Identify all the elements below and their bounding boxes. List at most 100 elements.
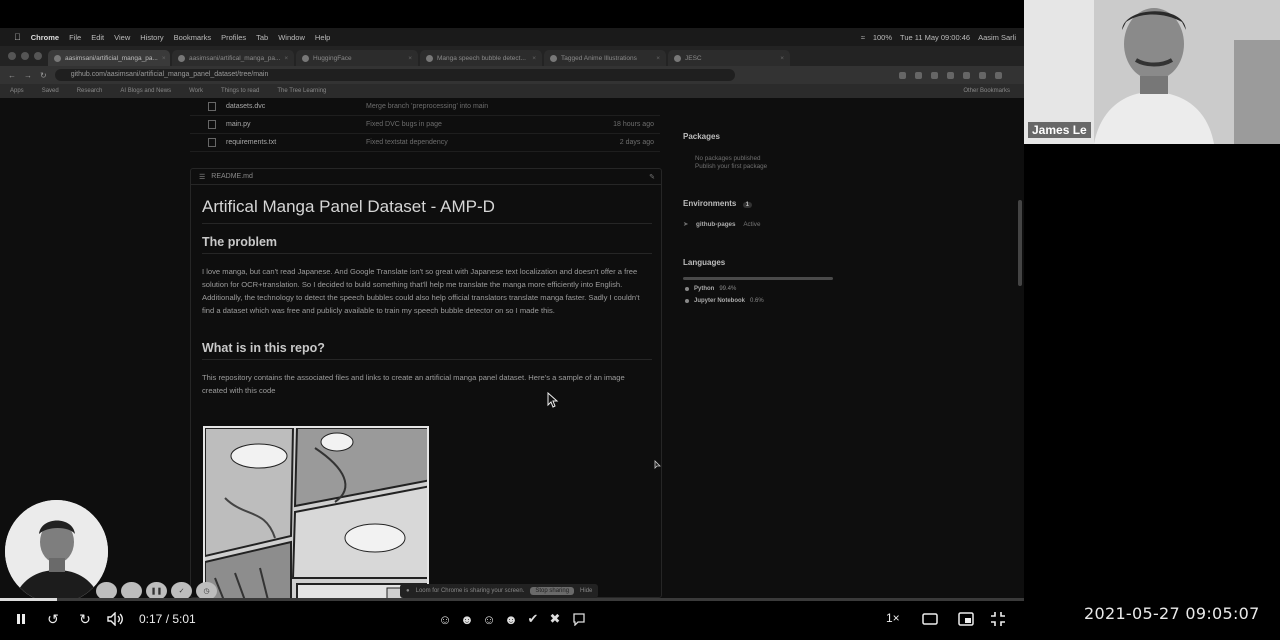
menubar-user[interactable]: Aasim Sarli — [978, 33, 1016, 42]
reload-icon[interactable]: ↻ — [40, 71, 47, 80]
language-item[interactable]: Jupyter Notebook 0.6% — [685, 298, 764, 304]
thumbs-down-icon[interactable]: ✖ — [547, 611, 563, 627]
browser-tab[interactable]: JESC × — [668, 50, 790, 66]
close-icon[interactable]: × — [284, 55, 288, 62]
file-name[interactable]: requirements.txt — [226, 139, 366, 146]
apple-icon:  — [14, 32, 21, 42]
page-scrollbar[interactable] — [1018, 200, 1022, 286]
address-bar[interactable]: github.com/aasimsani/artificial_manga_pa… — [54, 69, 735, 81]
edit-icon[interactable]: ✎ — [649, 173, 661, 181]
emoji-laugh-icon[interactable]: ☺ — [481, 611, 497, 627]
reaction-button[interactable] — [121, 582, 142, 598]
menu-tab[interactable]: Tab — [256, 33, 268, 42]
file-row[interactable]: requirements.txt Fixed textstat dependen… — [190, 134, 660, 152]
self-camera-bubble[interactable] — [5, 500, 108, 603]
menu-history[interactable]: History — [140, 33, 163, 42]
extensions — [899, 71, 1024, 79]
forward-icon[interactable]: → — [24, 71, 32, 80]
packages-title[interactable]: Packages — [683, 132, 720, 141]
mouse-cursor-icon — [547, 392, 559, 408]
wifi-icon[interactable]: ≈ — [861, 33, 865, 42]
bookmark-item[interactable]: Things to read — [221, 88, 259, 94]
list-icon[interactable]: ☰ — [199, 173, 205, 181]
file-name[interactable]: main.py — [226, 121, 366, 128]
environment-row[interactable]: ➤ github-pages Active — [683, 220, 760, 229]
menu-help[interactable]: Help — [315, 33, 330, 42]
file-row[interactable]: main.py Fixed DVC bugs in page 18 hours … — [190, 116, 660, 134]
extension-icon[interactable] — [947, 71, 954, 79]
language-item[interactable]: Python 99.4% — [685, 286, 736, 292]
bookmark-item[interactable]: Apps — [10, 88, 24, 94]
repo-paragraph: This repository contains the associated … — [202, 373, 625, 395]
extension-icon[interactable] — [979, 71, 986, 79]
commit-message[interactable]: Fixed textstat dependency — [366, 139, 566, 146]
mac-menubar:  Chrome File Edit View History Bookmark… — [0, 28, 1024, 46]
bookmark-item[interactable]: The Tree Learning — [277, 88, 326, 94]
profile-icon[interactable] — [995, 71, 1002, 79]
extension-icon[interactable] — [963, 71, 970, 79]
picture-in-picture-button[interactable] — [956, 610, 976, 628]
languages-bar — [683, 277, 833, 280]
check-icon[interactable]: ✓ — [171, 582, 192, 598]
pause-button[interactable] — [12, 610, 30, 628]
progress-bar[interactable] — [0, 598, 1024, 601]
publish-package-link[interactable]: Publish your first package — [695, 162, 767, 171]
close-icon[interactable]: × — [532, 55, 536, 62]
theater-mode-button[interactable] — [920, 610, 940, 628]
extension-icon[interactable] — [899, 71, 906, 79]
menu-profiles[interactable]: Profiles — [221, 33, 246, 42]
menubar-clock[interactable]: Tue 11 May 09:00:46 — [900, 33, 970, 42]
close-icon[interactable]: × — [780, 55, 784, 62]
file-row[interactable]: datasets.dvc Merge branch 'preprocessing… — [190, 98, 660, 116]
volume-button[interactable] — [106, 610, 126, 628]
emoji-surprised-icon[interactable]: ☻ — [503, 611, 519, 627]
thumbs-up-icon[interactable]: ✔ — [525, 611, 541, 627]
forward-5-button[interactable]: ↻ — [76, 610, 94, 628]
other-bookmarks[interactable]: Other Bookmarks — [963, 88, 1024, 94]
menu-file[interactable]: File — [69, 33, 81, 42]
back-icon[interactable]: ← — [8, 71, 16, 80]
browser-tabbar: aasimsani/artificial_manga_pa... × aasims… — [0, 46, 1024, 66]
reaction-button[interactable] — [96, 582, 117, 598]
menu-view[interactable]: View — [114, 33, 130, 42]
stop-sharing-button[interactable]: Stop sharing — [530, 587, 575, 595]
close-icon[interactable]: × — [408, 55, 412, 62]
close-icon[interactable]: × — [656, 55, 660, 62]
extension-icon[interactable] — [915, 71, 922, 79]
comment-icon[interactable] — [571, 611, 587, 627]
close-icon[interactable]: × — [162, 55, 166, 62]
bookmark-item[interactable]: Saved — [42, 88, 59, 94]
pause-recording-icon[interactable]: ❚❚ — [146, 582, 167, 598]
emoji-heart-eyes-icon[interactable]: ☻ — [459, 611, 475, 627]
battery-percent[interactable]: 100% — [873, 33, 892, 42]
file-icon — [208, 102, 216, 111]
rewind-5-button[interactable]: ↺ — [44, 610, 62, 628]
playback-speed-button[interactable]: 1× — [886, 611, 900, 625]
hide-button[interactable]: Hide — [580, 588, 592, 594]
emoji-smile-icon[interactable]: ☺ — [437, 611, 453, 627]
menu-bookmarks[interactable]: Bookmarks — [174, 33, 212, 42]
language-name: Python — [694, 286, 715, 292]
environment-name[interactable]: github-pages — [696, 221, 736, 228]
commit-message[interactable]: Merge branch 'preprocessing' into main — [366, 103, 566, 110]
browser-tab[interactable]: Tagged Anime Illustrations × — [544, 50, 666, 66]
window-controls[interactable] — [8, 52, 42, 60]
timer-icon[interactable]: ◷ — [196, 582, 217, 598]
file-name[interactable]: datasets.dvc — [226, 103, 366, 110]
bookmark-item[interactable]: Work — [189, 88, 203, 94]
commit-message[interactable]: Fixed DVC bugs in page — [366, 121, 566, 128]
browser-tab[interactable]: aasimsani/artificial_manga_pa... × — [48, 50, 170, 66]
bookmark-item[interactable]: Research — [77, 88, 103, 94]
commit-age: 2 days ago — [619, 139, 654, 146]
browser-tab[interactable]: aasimsani/artifical_manga_pa... × — [172, 50, 294, 66]
browser-tab[interactable]: Manga speech bubble detect... × — [420, 50, 542, 66]
environments-title[interactable]: Environments 1 — [683, 199, 752, 208]
extension-icon[interactable] — [931, 71, 938, 79]
player-controls: ↺ ↻ 0:17 / 5:01 ☺ ☻ ☺ ☻ ✔ ✖ 1× — [0, 598, 1024, 640]
menu-window[interactable]: Window — [278, 33, 305, 42]
bookmark-item[interactable]: AI Blogs and News — [120, 88, 171, 94]
pip-icon — [958, 612, 974, 626]
exit-fullscreen-button[interactable] — [988, 610, 1008, 628]
browser-tab[interactable]: HuggingFace × — [296, 50, 418, 66]
menu-edit[interactable]: Edit — [91, 33, 104, 42]
